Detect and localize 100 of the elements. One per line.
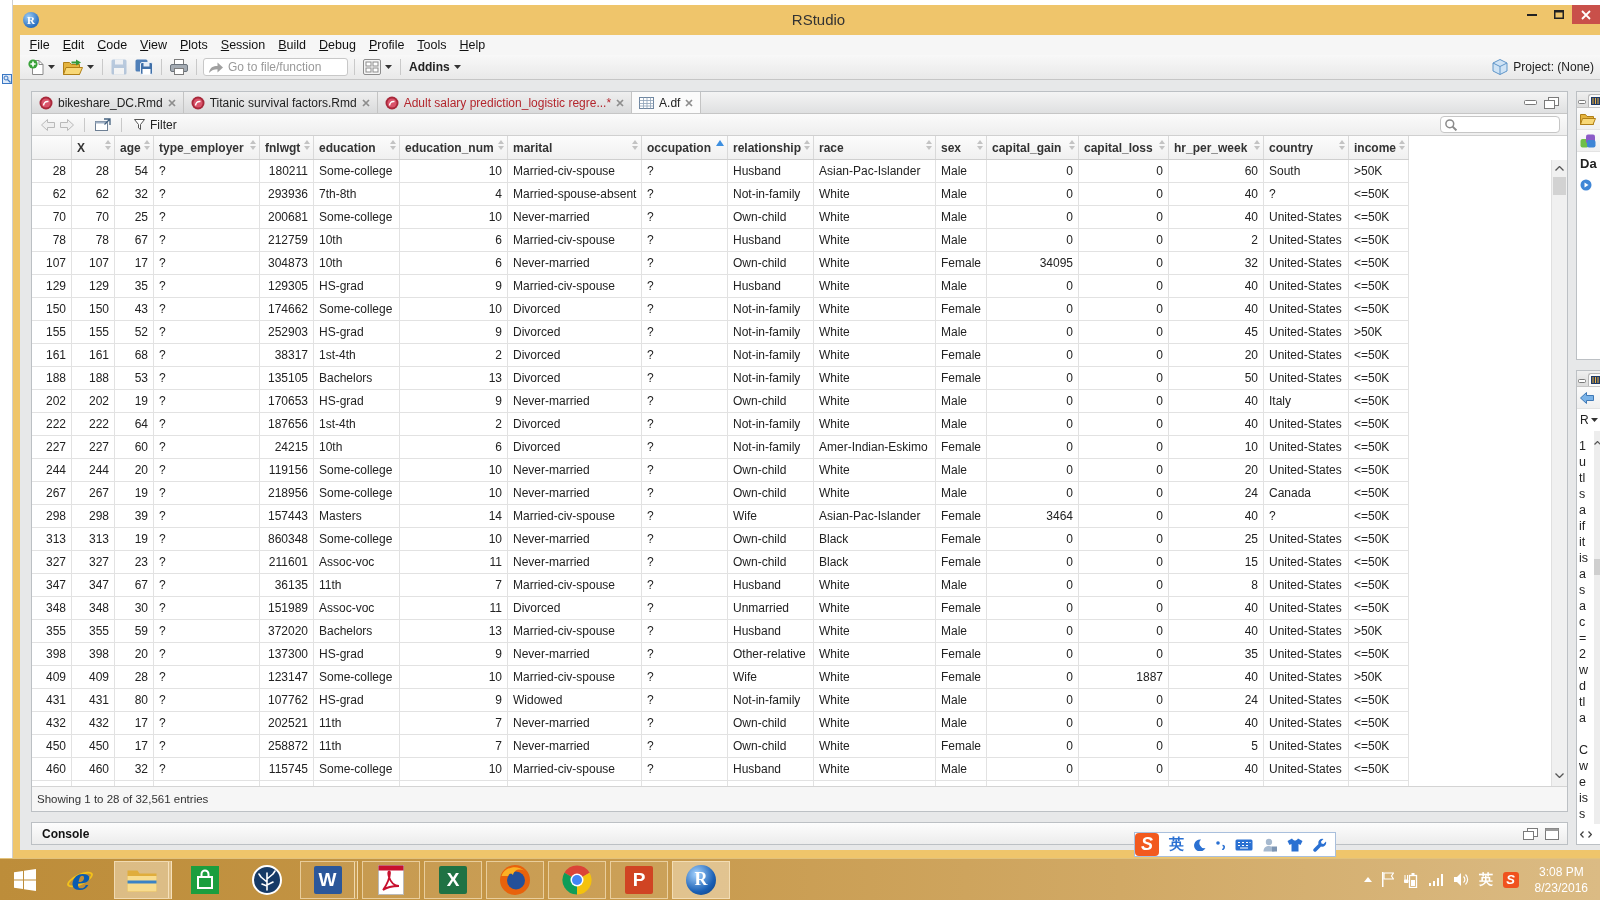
column-header[interactable]: type_employer — [154, 136, 260, 159]
new-file-button[interactable] — [26, 56, 57, 78]
project-menu[interactable]: Project: (None) — [1492, 59, 1600, 75]
restore-icon[interactable] — [1523, 827, 1538, 840]
table-cell: 460 — [72, 758, 115, 780]
column-header[interactable]: race — [814, 136, 936, 159]
dropdown[interactable]: R — [1580, 413, 1598, 427]
input-mode[interactable]: 英 — [1169, 835, 1184, 854]
taskbar-button[interactable]: W — [300, 860, 358, 899]
menu-item[interactable]: Help — [453, 35, 492, 55]
menu-item[interactable]: Build — [271, 35, 313, 55]
table-cell: 0 — [1079, 643, 1169, 665]
scroll-thumb[interactable] — [1553, 177, 1566, 195]
table-cell: 38317 — [260, 344, 314, 366]
table-cell: <=50K — [1349, 505, 1409, 527]
moon-icon[interactable] — [1194, 838, 1206, 851]
close-icon[interactable] — [616, 98, 625, 107]
taskbar-button[interactable]: X — [424, 860, 482, 899]
punctuation-icon[interactable] — [1216, 839, 1225, 850]
editor-tab[interactable]: Adult salary prediction_logistic regre...* — [377, 92, 633, 113]
search-icon[interactable] — [2, 74, 12, 84]
table-cell: 35 — [115, 275, 154, 297]
table-cell: 450 — [72, 735, 115, 757]
scroll-thumb[interactable] — [1594, 559, 1600, 575]
table-cell: Male — [936, 574, 987, 596]
column-header[interactable]: capital_loss — [1079, 136, 1169, 159]
cubes-icon[interactable] — [1580, 133, 1596, 148]
layout-button[interactable] — [361, 56, 394, 78]
menu-item[interactable]: Code — [90, 35, 134, 55]
close-icon[interactable] — [167, 98, 176, 107]
wrench-icon[interactable] — [1313, 837, 1327, 852]
column-header[interactable]: marital — [508, 136, 642, 159]
table-cell: White — [814, 689, 936, 711]
document-icon — [378, 864, 404, 895]
table-cell: 0 — [987, 367, 1079, 389]
menu-item[interactable]: Profile — [362, 35, 411, 55]
row-name-cell: 313 — [32, 528, 72, 550]
app-logo[interactable]: S — [1502, 871, 1519, 888]
taskbar-button[interactable]: P — [610, 860, 668, 899]
play-icon[interactable] — [1580, 179, 1592, 191]
table-cell: Some-college — [314, 206, 400, 228]
vertical-scrollbar[interactable] — [1594, 431, 1600, 824]
column-header[interactable]: income — [1349, 136, 1409, 159]
chevron-down-icon[interactable] — [1555, 773, 1564, 778]
menu-item[interactable]: Tools — [410, 35, 454, 55]
column-header[interactable]: X — [72, 136, 115, 159]
addins-menu[interactable]: Addins — [407, 56, 463, 78]
menu-item[interactable]: Edit — [56, 35, 91, 55]
search-field[interactable] — [1440, 116, 1560, 133]
restore-icon[interactable] — [1544, 96, 1559, 109]
table-cell: 137300 — [260, 643, 314, 665]
row-name-cell: 327 — [32, 551, 72, 573]
table-cell: ? — [154, 459, 260, 481]
close-button[interactable] — [1572, 5, 1600, 24]
scroll-arrows-icon[interactable] — [1580, 830, 1592, 838]
table-cell: 40 — [1169, 275, 1264, 297]
column-header[interactable]: capital_gain — [987, 136, 1079, 159]
person-icon[interactable] — [1263, 837, 1277, 852]
column-header[interactable]: age — [115, 136, 154, 159]
save-all-icon — [135, 59, 153, 75]
menu-item[interactable]: Plots — [173, 35, 215, 55]
close-icon[interactable] — [685, 98, 694, 107]
chevron-up-icon[interactable] — [1594, 441, 1600, 445]
menu-item[interactable]: File — [23, 35, 57, 55]
popout-icon[interactable] — [95, 118, 111, 131]
menu-item[interactable]: View — [133, 35, 174, 55]
editor-tab[interactable]: A.df — [632, 92, 702, 113]
keyboard-icon[interactable] — [1235, 838, 1253, 851]
minimize-icon[interactable] — [1578, 100, 1586, 104]
taskbar-button[interactable] — [486, 860, 544, 899]
column-header[interactable]: sex — [936, 136, 987, 159]
taskbar-button[interactable] — [362, 860, 420, 899]
column-header[interactable]: relationship — [728, 136, 814, 159]
back-arrow-icon[interactable] — [1580, 391, 1594, 404]
column-header[interactable]: education_num — [400, 136, 508, 159]
editor-tab[interactable]: bikeshare_DC.Rmd — [32, 92, 184, 113]
column-header[interactable]: education — [314, 136, 400, 159]
column-header[interactable]: hr_per_week — [1169, 136, 1264, 159]
column-header[interactable]: fnlwgt — [260, 136, 314, 159]
close-icon[interactable] — [361, 98, 370, 107]
filter-button[interactable]: Filter — [132, 117, 179, 132]
vertical-scrollbar[interactable] — [1551, 160, 1567, 786]
column-header[interactable]: country — [1264, 136, 1349, 159]
table-cell: 0 — [987, 459, 1079, 481]
folder-icon[interactable] — [1580, 112, 1596, 125]
go-to-field[interactable]: Go to file/function — [203, 58, 348, 76]
menu-item[interactable]: Debug — [312, 35, 363, 55]
editor-tab[interactable]: Titanic survival factors.Rmd — [183, 92, 378, 113]
table-cell: United-States — [1264, 229, 1349, 251]
minimize-icon[interactable] — [1578, 379, 1586, 383]
pane-tab[interactable] — [1588, 373, 1600, 386]
chevron-up-icon[interactable] — [1555, 166, 1564, 171]
print-button[interactable] — [168, 56, 190, 78]
menu-item[interactable]: Session — [214, 35, 272, 55]
minimize-icon[interactable] — [1524, 100, 1537, 105]
column-header[interactable]: occupation — [642, 136, 728, 159]
pane-tab[interactable] — [1588, 94, 1600, 107]
shirt-icon[interactable] — [1287, 837, 1303, 852]
table-cell: Not-in-family — [728, 298, 814, 320]
maximize-icon[interactable] — [1545, 827, 1559, 840]
